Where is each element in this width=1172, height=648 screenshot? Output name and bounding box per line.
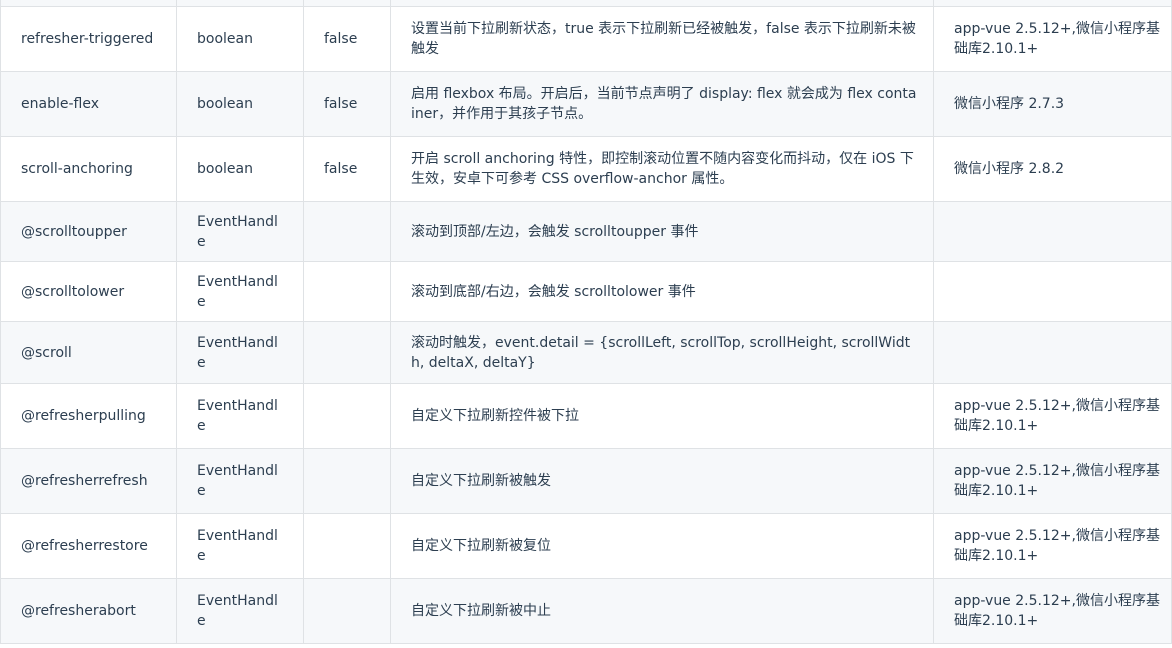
prop-type-cell: EventHandle bbox=[176, 383, 304, 449]
table-row: @refresherabort EventHandle 自定义下拉刷新被中止 a… bbox=[0, 578, 1172, 644]
prop-platform-cell: app-vue 2.5.12+,微信小程序基础库2.10.1+ bbox=[933, 6, 1172, 72]
prop-type-cell: boolean bbox=[176, 136, 304, 202]
prop-name-cell: @refresherpulling bbox=[0, 383, 177, 449]
prop-default-cell bbox=[303, 261, 391, 322]
prop-type-cell: EventHandle bbox=[176, 201, 304, 262]
prop-platform-cell: 微信小程序 2.7.3 bbox=[933, 71, 1172, 137]
prop-name-cell: @scroll bbox=[0, 321, 177, 384]
prop-default-cell bbox=[303, 321, 391, 384]
table-row: enable-flex boolean false 启用 flexbox 布局。… bbox=[0, 71, 1172, 137]
prop-default-cell bbox=[303, 201, 391, 262]
prop-default-cell bbox=[303, 513, 391, 579]
prop-platform-cell: app-vue 2.5.12+,微信小程序基础库2.10.1+ bbox=[933, 578, 1172, 644]
table-row: @scrolltoupper EventHandle 滚动到顶部/左边，会触发 … bbox=[0, 201, 1172, 262]
prop-name-cell: @refresherrefresh bbox=[0, 448, 177, 514]
prop-description-cell: 自定义下拉刷新控件被下拉 bbox=[390, 383, 934, 449]
prop-description-cell: 自定义下拉刷新被复位 bbox=[390, 513, 934, 579]
table-row: @refresherrefresh EventHandle 自定义下拉刷新被触发… bbox=[0, 448, 1172, 514]
prop-name-cell: scroll-anchoring bbox=[0, 136, 177, 202]
prop-name-cell: enable-flex bbox=[0, 71, 177, 137]
prop-type-cell: EventHandle bbox=[176, 261, 304, 322]
prop-default-cell: false bbox=[303, 6, 391, 72]
table-row: refresher-triggered boolean false 设置当前下拉… bbox=[0, 6, 1172, 72]
table-row: @refresherpulling EventHandle 自定义下拉刷新控件被… bbox=[0, 383, 1172, 449]
prop-description-cell: 启用 flexbox 布局。开启后，当前节点声明了 display: flex … bbox=[390, 71, 934, 137]
prop-name-cell: @refresherrestore bbox=[0, 513, 177, 579]
props-table: refresher-triggered boolean false 设置当前下拉… bbox=[0, 0, 1172, 644]
prop-type-cell: EventHandle bbox=[176, 448, 304, 514]
prop-type-cell: EventHandle bbox=[176, 321, 304, 384]
prop-description-cell: 自定义下拉刷新被触发 bbox=[390, 448, 934, 514]
prop-type-cell: EventHandle bbox=[176, 513, 304, 579]
prop-platform-cell bbox=[933, 261, 1172, 322]
prop-default-cell bbox=[303, 578, 391, 644]
prop-description-cell: 滚动到顶部/左边，会触发 scrolltoupper 事件 bbox=[390, 201, 934, 262]
prop-type-cell: boolean bbox=[176, 71, 304, 137]
prop-type-cell: EventHandle bbox=[176, 578, 304, 644]
prop-description-cell: 滚动时触发，event.detail = {scrollLeft, scroll… bbox=[390, 321, 934, 384]
prop-default-cell bbox=[303, 448, 391, 514]
prop-default-cell: false bbox=[303, 136, 391, 202]
prop-description-cell: 设置当前下拉刷新状态，true 表示下拉刷新已经被触发，false 表示下拉刷新… bbox=[390, 6, 934, 72]
prop-name-cell: @scrolltoupper bbox=[0, 201, 177, 262]
prop-name-cell: @scrolltolower bbox=[0, 261, 177, 322]
prop-name-cell: refresher-triggered bbox=[0, 6, 177, 72]
prop-description-cell: 开启 scroll anchoring 特性，即控制滚动位置不随内容变化而抖动，… bbox=[390, 136, 934, 202]
table-row: @refresherrestore EventHandle 自定义下拉刷新被复位… bbox=[0, 513, 1172, 579]
prop-platform-cell: app-vue 2.5.12+,微信小程序基础库2.10.1+ bbox=[933, 448, 1172, 514]
prop-description-cell: 滚动到底部/右边，会触发 scrolltolower 事件 bbox=[390, 261, 934, 322]
prop-platform-cell: 微信小程序 2.8.2 bbox=[933, 136, 1172, 202]
prop-description-cell: 自定义下拉刷新被中止 bbox=[390, 578, 934, 644]
prop-default-cell bbox=[303, 383, 391, 449]
prop-platform-cell bbox=[933, 321, 1172, 384]
prop-name-cell: @refresherabort bbox=[0, 578, 177, 644]
prop-type-cell: boolean bbox=[176, 6, 304, 72]
table-row: scroll-anchoring boolean false 开启 scroll… bbox=[0, 136, 1172, 202]
prop-platform-cell bbox=[933, 201, 1172, 262]
prop-default-cell: false bbox=[303, 71, 391, 137]
table-row: @scrolltolower EventHandle 滚动到底部/右边，会触发 … bbox=[0, 261, 1172, 322]
table-row: @scroll EventHandle 滚动时触发，event.detail =… bbox=[0, 321, 1172, 384]
prop-platform-cell: app-vue 2.5.12+,微信小程序基础库2.10.1+ bbox=[933, 513, 1172, 579]
prop-platform-cell: app-vue 2.5.12+,微信小程序基础库2.10.1+ bbox=[933, 383, 1172, 449]
